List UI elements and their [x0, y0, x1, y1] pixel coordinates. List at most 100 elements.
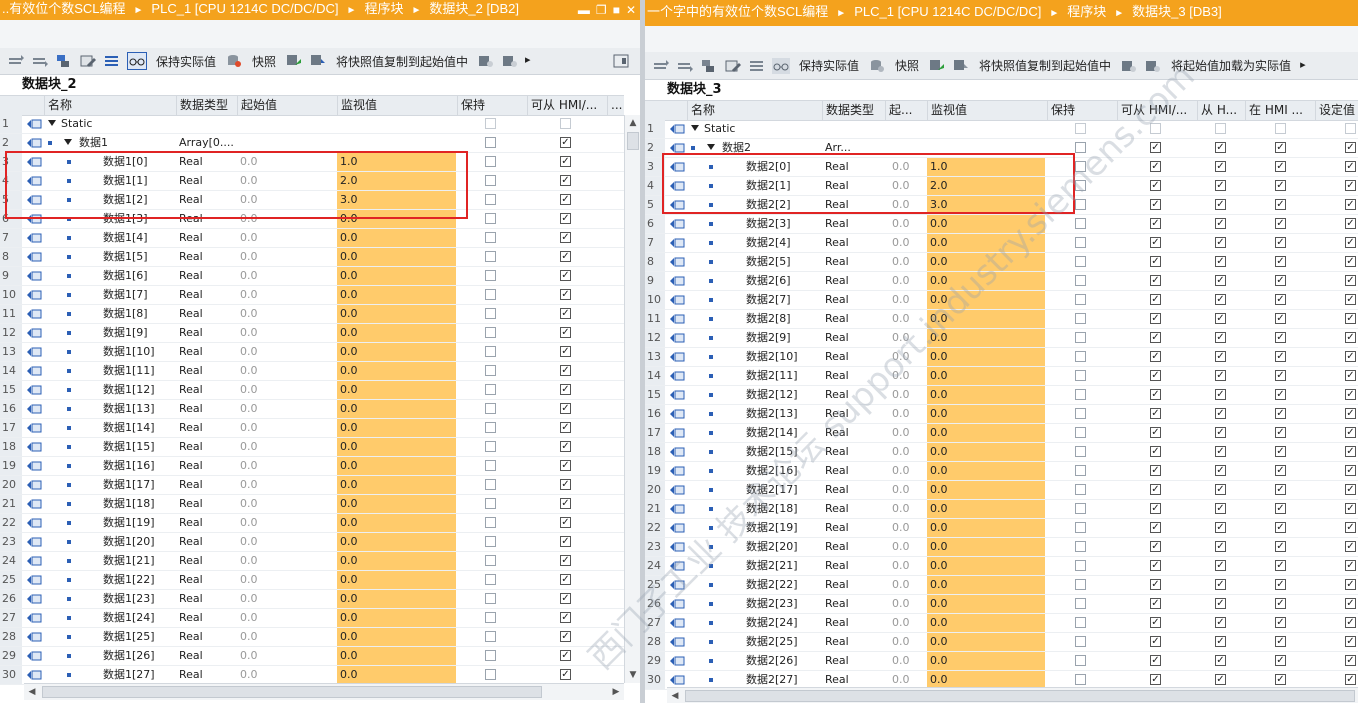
- checkbox[interactable]: [1075, 199, 1086, 210]
- checkbox[interactable]: [485, 460, 496, 471]
- col-hmi-visible[interactable]: 在 HMI ...: [1245, 101, 1315, 120]
- keep-actual-button[interactable]: 保持实际值: [799, 57, 859, 74]
- table-row[interactable]: 11 数据2[8] Real 0.0 0.0 ✓ ✓ ✓ ✓: [645, 310, 1358, 329]
- snapshot-db-icon[interactable]: [225, 53, 243, 69]
- copy-to-start-icon[interactable]: [928, 58, 946, 74]
- table-row[interactable]: 29 数据2[26] Real 0.0 0.0 ✓ ✓ ✓ ✓: [645, 652, 1358, 671]
- checkbox[interactable]: ✓: [1275, 332, 1286, 343]
- maximize-icon[interactable]: ■: [613, 3, 620, 17]
- checkbox[interactable]: [485, 517, 496, 528]
- table-row[interactable]: 24 数据1[21] Real 0.0 0.0 ✓: [0, 552, 624, 571]
- checkbox[interactable]: ✓: [1215, 655, 1226, 666]
- checkbox[interactable]: ✓: [1215, 370, 1226, 381]
- checkbox[interactable]: ✓: [1275, 522, 1286, 533]
- checkbox[interactable]: ✓: [560, 479, 571, 490]
- checkbox[interactable]: ✓: [560, 327, 571, 338]
- checkbox[interactable]: [485, 327, 496, 338]
- checkbox[interactable]: [1075, 256, 1086, 267]
- table-row[interactable]: 14 数据1[11] Real 0.0 0.0 ✓: [0, 362, 624, 381]
- table-row[interactable]: 19 数据1[16] Real 0.0 0.0 ✓: [0, 457, 624, 476]
- left-horizontal-scrollbar[interactable]: ◀ ▶: [24, 683, 624, 700]
- checkbox[interactable]: ✓: [1345, 256, 1356, 267]
- checkbox[interactable]: ✓: [1345, 370, 1356, 381]
- table-row[interactable]: 24 数据2[21] Real 0.0 0.0 ✓ ✓ ✓ ✓: [645, 557, 1358, 576]
- checkbox[interactable]: ✓: [1215, 636, 1226, 647]
- checkbox[interactable]: ✓: [560, 365, 571, 376]
- checkbox[interactable]: [485, 612, 496, 623]
- checkbox[interactable]: ✓: [1275, 446, 1286, 457]
- checkbox[interactable]: [1075, 123, 1086, 134]
- snapshot-button[interactable]: 快照: [252, 53, 276, 70]
- table-row[interactable]: 1 Static: [645, 120, 1358, 139]
- minimize-icon[interactable]: ▬: [578, 3, 590, 17]
- table-row[interactable]: 11 数据1[8] Real 0.0 0.0 ✓: [0, 305, 624, 324]
- right-horizontal-scrollbar[interactable]: ◀: [667, 687, 1358, 703]
- table-row[interactable]: 10 数据2[7] Real 0.0 0.0 ✓ ✓ ✓ ✓: [645, 291, 1358, 310]
- checkbox[interactable]: ✓: [1345, 351, 1356, 362]
- left-vertical-scrollbar[interactable]: ▲ ▼: [624, 115, 640, 683]
- checkbox[interactable]: ✓: [1150, 503, 1161, 514]
- checkbox[interactable]: ✓: [1275, 579, 1286, 590]
- table-row[interactable]: 7 数据2[4] Real 0.0 0.0 ✓ ✓ ✓ ✓: [645, 234, 1358, 253]
- checkbox[interactable]: ✓: [1150, 237, 1161, 248]
- restore-icon[interactable]: ❐: [596, 3, 607, 17]
- checkbox[interactable]: [1075, 541, 1086, 552]
- table-row[interactable]: 19 数据2[16] Real 0.0 0.0 ✓ ✓ ✓ ✓: [645, 462, 1358, 481]
- checkbox[interactable]: ✓: [1215, 294, 1226, 305]
- table-row[interactable]: 1 Static: [0, 115, 624, 134]
- checkbox[interactable]: [485, 498, 496, 509]
- checkbox[interactable]: ✓: [1275, 484, 1286, 495]
- checkbox[interactable]: ✓: [1275, 142, 1286, 153]
- checkbox[interactable]: ✓: [560, 232, 571, 243]
- checkbox[interactable]: ✓: [1345, 427, 1356, 438]
- table-row[interactable]: 22 数据2[19] Real 0.0 0.0 ✓ ✓ ✓ ✓: [645, 519, 1358, 538]
- right-hscroll-thumb[interactable]: [685, 690, 1355, 702]
- col-hmi-write[interactable]: 从 H...: [1197, 101, 1245, 120]
- checkbox[interactable]: [485, 574, 496, 585]
- monitor-glasses-icon[interactable]: [127, 52, 147, 70]
- checkbox[interactable]: ✓: [1345, 503, 1356, 514]
- scroll-up-icon[interactable]: ▲: [626, 116, 640, 130]
- copy-snapshot-button[interactable]: 将快照值复制到起始值中: [979, 57, 1111, 74]
- checkbox[interactable]: ✓: [1215, 218, 1226, 229]
- monitor-glasses-icon[interactable]: [772, 57, 790, 74]
- checkbox[interactable]: [1075, 332, 1086, 343]
- checkbox[interactable]: ✓: [560, 574, 571, 585]
- checkbox[interactable]: ✓: [560, 650, 571, 661]
- table-row[interactable]: 28 数据1[25] Real 0.0 0.0 ✓: [0, 628, 624, 647]
- table-row[interactable]: 9 数据2[6] Real 0.0 0.0 ✓ ✓ ✓ ✓: [645, 272, 1358, 291]
- checkbox[interactable]: ✓: [1150, 465, 1161, 476]
- checkbox[interactable]: ✓: [1275, 674, 1286, 685]
- checkbox[interactable]: [1075, 237, 1086, 248]
- table-row[interactable]: 22 数据1[19] Real 0.0 0.0 ✓: [0, 514, 624, 533]
- checkbox[interactable]: [560, 118, 571, 129]
- checkbox[interactable]: ✓: [1150, 408, 1161, 419]
- checkbox[interactable]: ✓: [1215, 598, 1226, 609]
- table-row[interactable]: 14 数据2[11] Real 0.0 0.0 ✓ ✓ ✓ ✓: [645, 367, 1358, 386]
- checkbox[interactable]: ✓: [1345, 389, 1356, 400]
- table-row[interactable]: 21 数据1[18] Real 0.0 0.0 ✓: [0, 495, 624, 514]
- checkbox[interactable]: ✓: [1150, 674, 1161, 685]
- checkbox[interactable]: ✓: [1150, 256, 1161, 267]
- toolbar-scroll-icon[interactable]: ▸: [1300, 58, 1308, 74]
- table-row[interactable]: 17 数据2[14] Real 0.0 0.0 ✓ ✓ ✓ ✓: [645, 424, 1358, 443]
- checkbox[interactable]: ✓: [560, 270, 571, 281]
- checkbox[interactable]: ✓: [1215, 503, 1226, 514]
- edit-icon[interactable]: [724, 58, 742, 74]
- checkbox[interactable]: ✓: [1275, 256, 1286, 267]
- checkbox[interactable]: ✓: [1345, 237, 1356, 248]
- insert-row-icon[interactable]: [7, 53, 25, 69]
- checkbox[interactable]: ✓: [1150, 161, 1161, 172]
- checkbox[interactable]: [1075, 522, 1086, 533]
- checkbox[interactable]: [1075, 579, 1086, 590]
- checkbox[interactable]: [1075, 655, 1086, 666]
- table-row[interactable]: 8 数据2[5] Real 0.0 0.0 ✓ ✓ ✓ ✓: [645, 253, 1358, 272]
- checkbox[interactable]: ✓: [1345, 560, 1356, 571]
- checkbox[interactable]: [1075, 560, 1086, 571]
- checkbox[interactable]: [1075, 427, 1086, 438]
- checkbox[interactable]: [485, 422, 496, 433]
- col-name[interactable]: 名称: [687, 101, 822, 120]
- checkbox[interactable]: ✓: [1345, 161, 1356, 172]
- checkbox[interactable]: ✓: [1215, 199, 1226, 210]
- checkbox[interactable]: ✓: [1275, 389, 1286, 400]
